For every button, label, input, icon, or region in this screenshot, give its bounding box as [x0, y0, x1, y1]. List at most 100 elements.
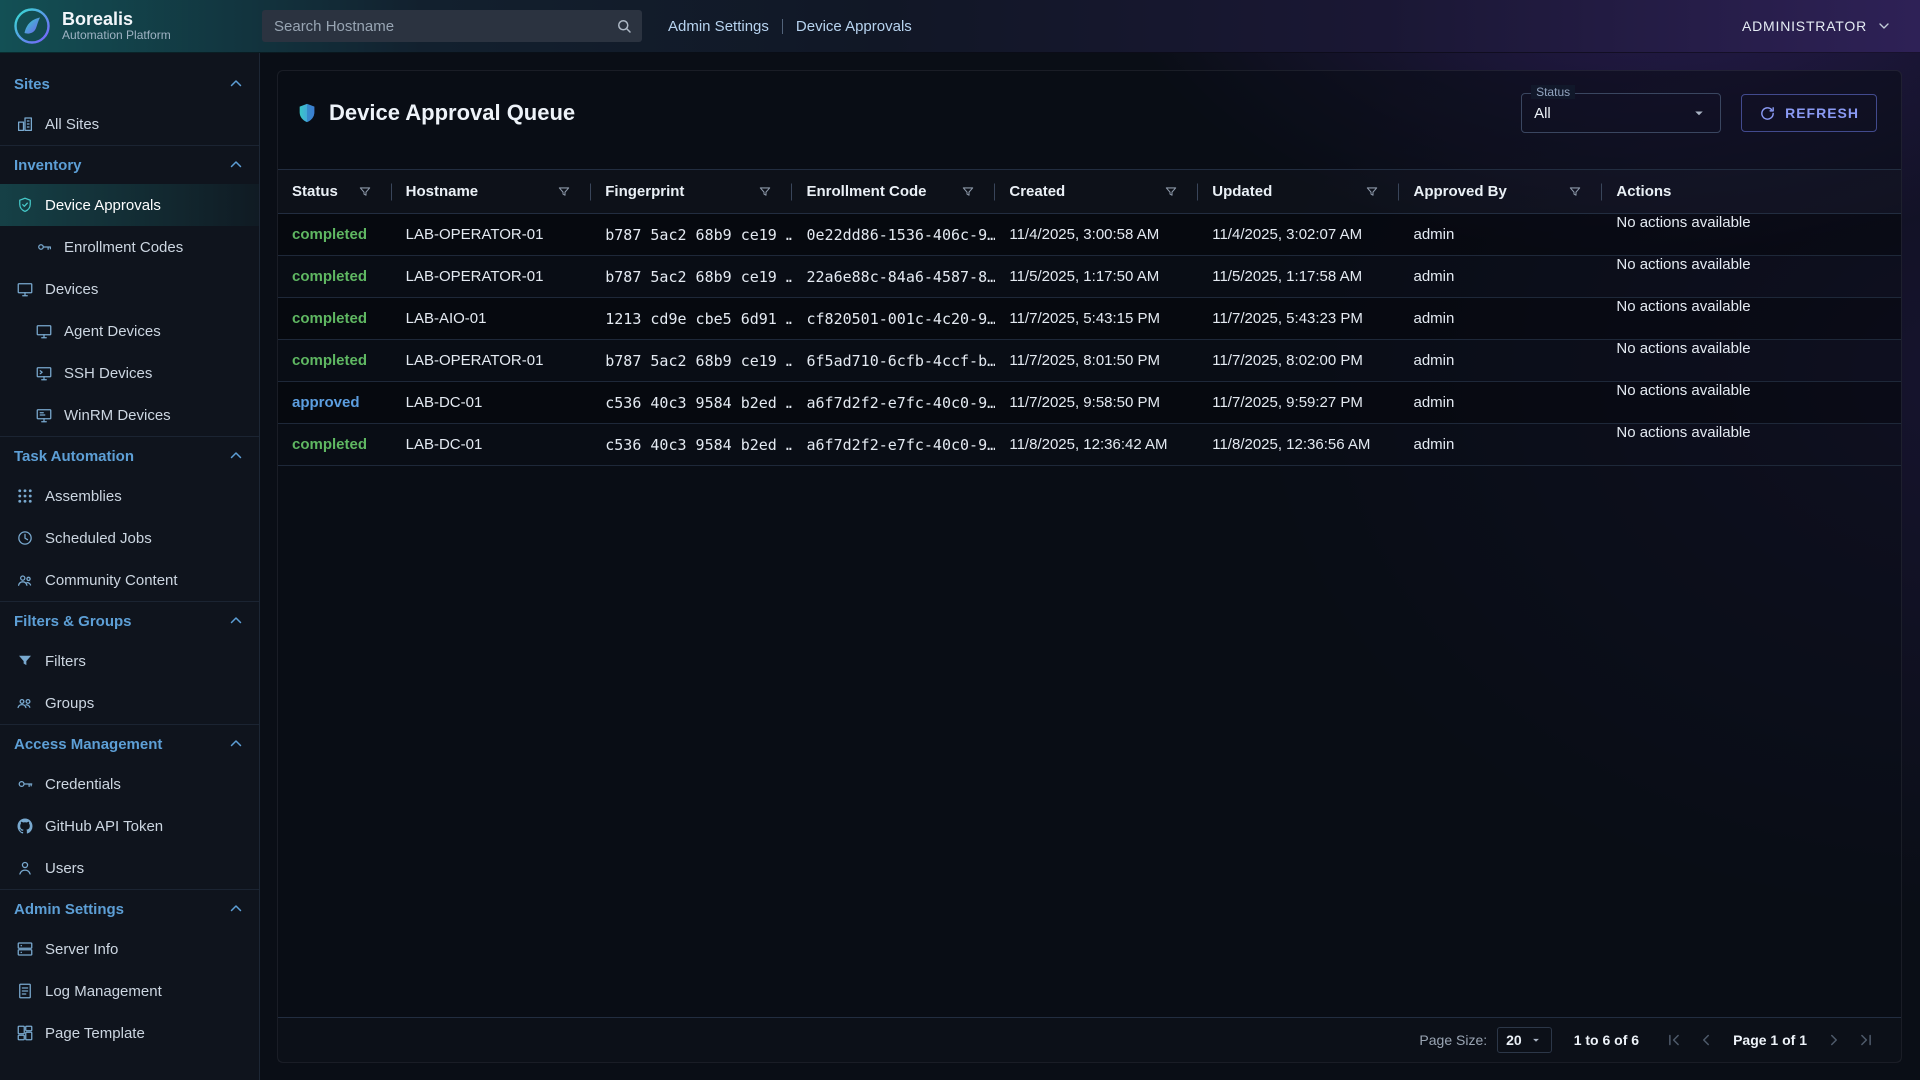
- device-approval-card: Device Approval Queue Status All: [277, 70, 1902, 1063]
- sidebar-section-header-filters-groups[interactable]: Filters & Groups: [0, 602, 259, 640]
- filter-icon[interactable]: [557, 185, 571, 199]
- user-menu[interactable]: ADMINISTRATOR: [1742, 18, 1892, 34]
- column-header-hostname[interactable]: Hostname: [392, 170, 592, 214]
- sidebar-item-label: Filters: [45, 653, 86, 670]
- fingerprint-cell: b787 5ac2 68b9 ce19 …: [591, 214, 792, 256]
- user-menu-label: ADMINISTRATOR: [1742, 18, 1867, 34]
- fingerprint-cell: 1213 cd9e cbe5 6d91 …: [591, 298, 792, 340]
- table-row[interactable]: completed LAB-OPERATOR-01 b787 5ac2 68b9…: [278, 340, 1901, 382]
- sidebar-item-winrm-devices[interactable]: WinRM Devices: [0, 394, 259, 436]
- fingerprint-cell: c536 40c3 9584 b2ed …: [591, 424, 792, 466]
- column-header-updated[interactable]: Updated: [1198, 170, 1399, 214]
- updated-cell: 11/4/2025, 3:02:07 AM: [1198, 214, 1399, 256]
- table-row[interactable]: completed LAB-OPERATOR-01 b787 5ac2 68b9…: [278, 256, 1901, 298]
- sidebar-item-users[interactable]: Users: [0, 847, 259, 889]
- sidebar-section-header-admin-settings[interactable]: Admin Settings: [0, 890, 259, 928]
- table-row[interactable]: completed LAB-DC-01 c536 40c3 9584 b2ed …: [278, 424, 1901, 466]
- status-filter-select[interactable]: Status All: [1521, 93, 1721, 133]
- filter-icon[interactable]: [1365, 185, 1379, 199]
- table-row[interactable]: completed LAB-AIO-01 1213 cd9e cbe5 6d91…: [278, 298, 1901, 340]
- page-size-label: Page Size:: [1419, 1032, 1487, 1048]
- previous-page-button[interactable]: [1693, 1027, 1719, 1053]
- sidebar-item-label: All Sites: [45, 116, 99, 133]
- sidebar-item-devices[interactable]: Devices: [0, 268, 259, 310]
- sidebar-item-filters[interactable]: Filters: [0, 640, 259, 682]
- sidebar-item-label: Devices: [45, 281, 98, 298]
- sidebar-item-groups[interactable]: Groups: [0, 682, 259, 724]
- sidebar-item-label: WinRM Devices: [64, 407, 171, 424]
- updated-cell: 11/8/2025, 12:36:56 AM: [1198, 424, 1399, 466]
- credentials-icon: [16, 775, 34, 793]
- chevron-up-icon: [227, 900, 245, 918]
- column-label: Status: [292, 183, 338, 200]
- page-size-select[interactable]: 20: [1497, 1027, 1552, 1053]
- chevron-down-icon: [1690, 104, 1708, 122]
- sidebar-section-header-sites[interactable]: Sites: [0, 65, 259, 103]
- section-label: Access Management: [14, 736, 162, 753]
- scheduled-jobs-icon: [16, 529, 34, 547]
- chevron-up-icon: [227, 447, 245, 465]
- devices-icon: [16, 280, 34, 298]
- column-header-enrollment-code[interactable]: Enrollment Code: [792, 170, 995, 214]
- breadcrumb-admin-settings[interactable]: Admin Settings: [668, 18, 769, 35]
- filter-icon[interactable]: [358, 185, 372, 199]
- sidebar-item-community-content[interactable]: Community Content: [0, 559, 259, 601]
- filter-icon[interactable]: [758, 185, 772, 199]
- sidebar-item-github-api-token[interactable]: GitHub API Token: [0, 805, 259, 847]
- server-info-icon: [16, 940, 34, 958]
- assemblies-icon: [16, 487, 34, 505]
- filter-icon[interactable]: [1568, 185, 1582, 199]
- page-template-icon: [16, 1024, 34, 1042]
- brand: Borealis Automation Platform: [0, 6, 260, 46]
- filter-icon[interactable]: [1164, 185, 1178, 199]
- status-cell: completed: [278, 256, 392, 298]
- column-label: Fingerprint: [605, 183, 684, 200]
- chevron-up-icon: [227, 612, 245, 630]
- first-page-button[interactable]: [1661, 1027, 1687, 1053]
- sidebar-item-scheduled-jobs[interactable]: Scheduled Jobs: [0, 517, 259, 559]
- status-filter-label: Status: [1531, 85, 1575, 99]
- column-label: Enrollment Code: [806, 183, 926, 200]
- sidebar-item-device-approvals[interactable]: Device Approvals: [0, 184, 259, 226]
- column-header-approved-by[interactable]: Approved By: [1399, 170, 1602, 214]
- approved-by-cell: admin: [1399, 382, 1602, 424]
- page-size-value: 20: [1506, 1032, 1522, 1048]
- hostname-cell: LAB-AIO-01: [392, 298, 592, 340]
- filter-icon[interactable]: [961, 185, 975, 199]
- sidebar-section-header-access-management[interactable]: Access Management: [0, 725, 259, 763]
- approved-by-cell: admin: [1399, 214, 1602, 256]
- next-page-button[interactable]: [1821, 1027, 1847, 1053]
- section-label: Task Automation: [14, 448, 134, 465]
- table-row[interactable]: completed LAB-OPERATOR-01 b787 5ac2 68b9…: [278, 214, 1901, 256]
- column-header-fingerprint[interactable]: Fingerprint: [591, 170, 792, 214]
- hostname-search[interactable]: [262, 10, 642, 42]
- sidebar-item-server-info[interactable]: Server Info: [0, 928, 259, 970]
- chevron-down-icon: [1529, 1033, 1543, 1047]
- refresh-button[interactable]: REFRESH: [1741, 94, 1877, 132]
- sidebar-item-agent-devices[interactable]: Agent Devices: [0, 310, 259, 352]
- search-input[interactable]: [262, 18, 642, 35]
- sidebar-section-header-task-automation[interactable]: Task Automation: [0, 437, 259, 475]
- sidebar-item-log-management[interactable]: Log Management: [0, 970, 259, 1012]
- sidebar-item-ssh-devices[interactable]: SSH Devices: [0, 352, 259, 394]
- sidebar-section-header-inventory[interactable]: Inventory: [0, 146, 259, 184]
- sidebar-item-enrollment-codes[interactable]: Enrollment Codes: [0, 226, 259, 268]
- sidebar-item-page-template[interactable]: Page Template: [0, 1012, 259, 1054]
- status-cell: completed: [278, 424, 392, 466]
- actions-cell: No actions available: [1602, 340, 1901, 382]
- actions-cell: No actions available: [1602, 382, 1901, 424]
- table-row[interactable]: approved LAB-DC-01 c536 40c3 9584 b2ed ……: [278, 382, 1901, 424]
- last-page-button[interactable]: [1853, 1027, 1879, 1053]
- column-header-created[interactable]: Created: [995, 170, 1198, 214]
- column-header-status[interactable]: Status: [278, 170, 392, 214]
- sidebar-item-all-sites[interactable]: All Sites: [0, 103, 259, 145]
- breadcrumb-device-approvals[interactable]: Device Approvals: [796, 18, 912, 35]
- users-icon: [16, 859, 34, 877]
- enrollment-code-cell: 22a6e88c-84a6-4587-8…: [792, 256, 995, 298]
- sidebar-item-label: SSH Devices: [64, 365, 152, 382]
- sidebar-item-assemblies[interactable]: Assemblies: [0, 475, 259, 517]
- chevron-up-icon: [227, 735, 245, 753]
- sidebar-item-credentials[interactable]: Credentials: [0, 763, 259, 805]
- community-content-icon: [16, 571, 34, 589]
- sidebar-item-label: GitHub API Token: [45, 818, 163, 835]
